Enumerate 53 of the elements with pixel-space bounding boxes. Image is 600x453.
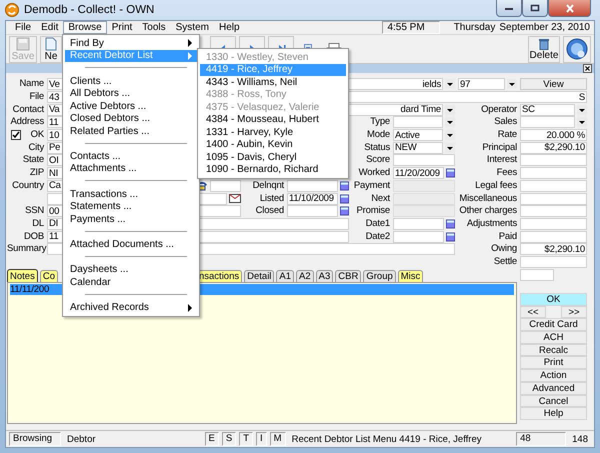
flag-indicator: E bbox=[204, 432, 219, 446]
field-label: Date2 bbox=[366, 230, 390, 243]
field-label: Mode bbox=[367, 129, 390, 142]
day-label: Thursday bbox=[452, 22, 496, 33]
field-label: Listed bbox=[260, 192, 284, 205]
field-label: ZIP bbox=[30, 167, 44, 180]
field-label: Paid bbox=[498, 230, 517, 243]
field-label: Score bbox=[366, 154, 390, 166]
field-label: DL bbox=[32, 218, 44, 230]
field-label: Other charges bbox=[459, 205, 517, 218]
field-label: Settle bbox=[494, 256, 517, 268]
field-label: State bbox=[22, 154, 44, 166]
field-label: Status bbox=[364, 142, 390, 154]
field-label: Type bbox=[370, 116, 390, 128]
field-label: City bbox=[28, 142, 44, 154]
field-label: Rate bbox=[498, 129, 517, 142]
flag-indicator: T bbox=[239, 432, 254, 446]
field-label: Operator bbox=[481, 104, 517, 116]
field-label: Next bbox=[371, 192, 390, 205]
field-label: Sales bbox=[494, 116, 517, 128]
window-title: Demodb - Collect! - OWN bbox=[24, 4, 154, 16]
field-label: OK bbox=[30, 129, 44, 142]
field-label: Date1 bbox=[366, 218, 390, 230]
field-label: Closed bbox=[256, 205, 284, 218]
flag-indicator: M bbox=[270, 432, 286, 446]
field-label: Payment bbox=[354, 180, 390, 192]
status-message: Recent Debtor List Menu 4419 - Rice, Jeffrey bbox=[290, 434, 482, 444]
field-label: Adjustments bbox=[466, 218, 517, 230]
field-label: Miscellaneous bbox=[459, 192, 517, 205]
field-label: Principal bbox=[482, 142, 517, 154]
field-label: Interest bbox=[486, 154, 517, 166]
field-label: Fees bbox=[496, 167, 517, 180]
record-total: 148 bbox=[571, 434, 589, 444]
mode-indicator: Browsing bbox=[9, 432, 61, 446]
field-label: Country bbox=[12, 180, 44, 192]
field-label: Promise bbox=[356, 205, 390, 218]
date-label: September 23, 2010 bbox=[499, 22, 591, 33]
field-label: Delnqnt bbox=[252, 180, 284, 192]
field-label: File bbox=[29, 91, 44, 104]
flag-indicator: S bbox=[222, 432, 236, 446]
field-label: Name bbox=[19, 78, 44, 90]
field-label: Contact bbox=[12, 104, 44, 116]
field-label: Worked bbox=[358, 167, 390, 180]
field-label: Owing bbox=[491, 243, 517, 256]
field-label: DOB bbox=[24, 230, 44, 243]
context-label: Debtor bbox=[66, 434, 97, 444]
field-label: Address bbox=[10, 116, 44, 128]
flag-indicator: I bbox=[256, 432, 267, 446]
field-label: Summary bbox=[7, 243, 46, 256]
field-label: Legal fees bbox=[475, 180, 517, 192]
time-display: 4:55 PM bbox=[382, 21, 440, 34]
record-count: 48 bbox=[516, 432, 566, 446]
field-label: SSN bbox=[25, 205, 44, 218]
